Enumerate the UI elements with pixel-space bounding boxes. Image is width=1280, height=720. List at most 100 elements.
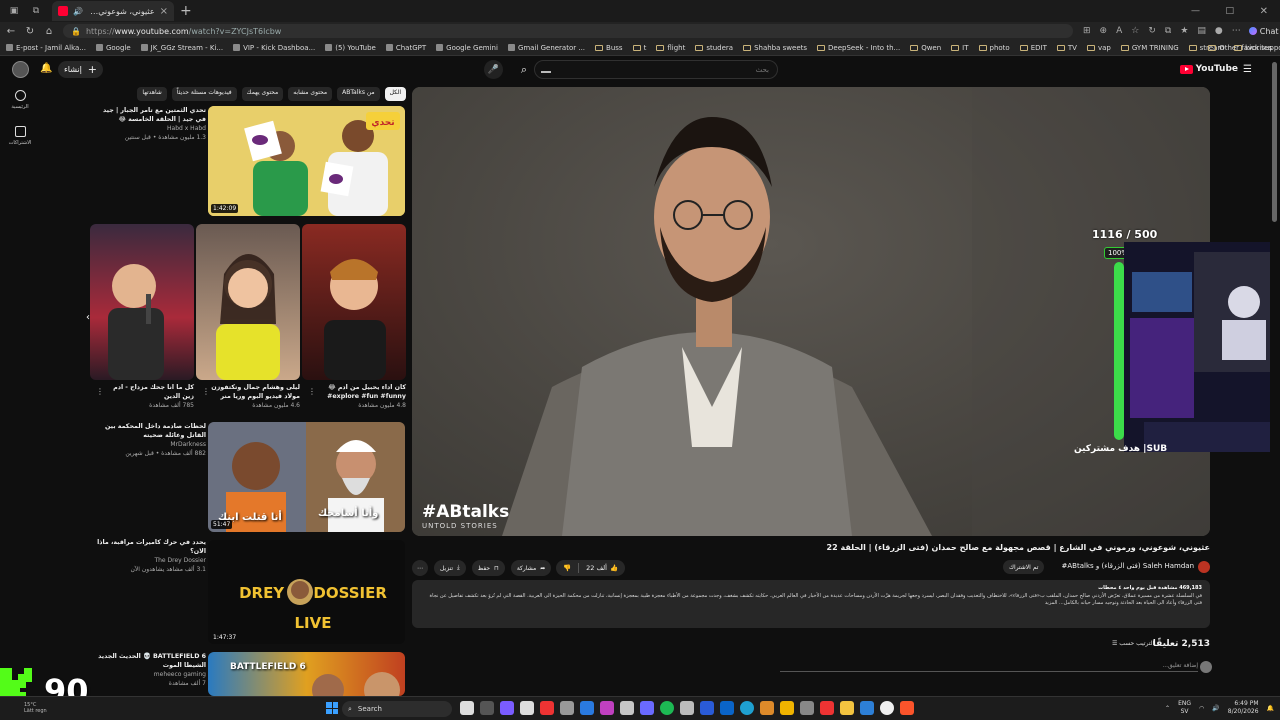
more-icon[interactable]: ⋯ [1232,26,1241,36]
chip-from-channel[interactable]: ABTalks من [337,87,380,101]
account-avatar[interactable] [12,61,29,78]
bookmark-item[interactable]: JK_GGz Stream - Ki... [140,44,223,52]
bookmark-item[interactable]: vap [1086,44,1111,52]
edge-icon[interactable] [740,701,754,715]
short-title[interactable]: كل ما انا جحك مزداح - ادم زين الدين [106,383,194,401]
close-tab-icon[interactable]: × [160,6,168,17]
tab-actions-icon[interactable]: ⧉ [28,3,44,19]
favorite-star-icon[interactable]: ☆ [1131,26,1139,36]
search-input[interactable]: بحث [534,60,778,79]
video-thumbnail[interactable]: تحدي 1:42:09 [208,106,405,216]
copilot-chat-button[interactable]: Chat [1248,27,1278,36]
mini-guide-subscriptions[interactable]: الاشتراكات [6,126,34,146]
bookmark-item[interactable]: VIP - Kick Dashboa... [233,44,315,52]
download-button[interactable]: تنزيل ⤓ [434,560,466,576]
save-button[interactable]: حفظ ⊓ [471,560,505,576]
menu-hamburger-icon[interactable]: ☰ [1243,64,1252,75]
notifications-icon[interactable]: 🔔 [1267,705,1274,712]
bookmark-item[interactable]: t [632,44,646,52]
more-actions-button[interactable]: ⋯ [412,560,428,576]
bookmark-item[interactable]: DeepSeek - Into th... [817,44,900,52]
app-icon[interactable] [800,701,814,715]
rec-video-title[interactable]: لحظات صادمة داخل المحكمة بين القاتل وعائ… [90,422,206,440]
bookmark-item[interactable]: (5) YouTube [325,44,376,52]
workspaces-icon[interactable]: ▣ [6,3,22,19]
app-icon[interactable] [780,701,794,715]
share-button[interactable]: مشاركة ➦ [510,560,552,576]
rec-video-title[interactable]: تحدي الثمتين مع تامر الجبار | جيد في جيد… [96,106,206,124]
app-icon[interactable] [760,701,774,715]
back-icon[interactable]: ← [3,26,19,37]
dislike-button[interactable]: 👎 [556,560,578,576]
clock[interactable]: 6:49 PM 8/20/2026 [1228,700,1259,716]
description-box[interactable]: 469,183 مشاهدة قبل يوم واحد ٤ محطات في ا… [412,580,1210,628]
volume-icon[interactable]: 🔊 [1212,705,1219,712]
weather-widget[interactable]: 15°C Lätt regn [24,702,47,714]
rec-channel-name[interactable]: The Drey Dossier [90,556,206,565]
app-icon[interactable] [700,701,714,715]
bookmark-item[interactable]: ChatGPT [385,44,426,52]
short-title[interactable]: كان اداء يحبيل من ادم 😂 explore #fun #fu… [314,383,406,401]
bookmark-item[interactable]: studera [695,44,733,52]
youtube-logo[interactable]: YouTube [1179,64,1238,74]
bookmark-item[interactable]: EDIT [1019,44,1047,52]
video-player[interactable]: #ABtalks UNTOLD STORIES [412,87,1210,536]
app-icon[interactable] [640,701,654,715]
bookmark-item[interactable]: E-post - Jamil Alka... [6,44,86,52]
bookmark-item[interactable]: TV [1056,44,1077,52]
task-view-icon[interactable] [460,701,474,715]
chip-related[interactable]: محتوى مشابه [288,87,333,101]
refresh-extension-icon[interactable]: ↻ [1148,26,1156,36]
channel-avatar[interactable] [1198,561,1210,573]
short-menu-icon[interactable]: ⋮ [96,387,104,396]
other-favorites-folder[interactable]: Other favorites [1208,44,1272,52]
app-icon[interactable] [820,701,834,715]
bookmark-item[interactable]: Shahba sweets [743,44,807,52]
bookmark-item[interactable]: Google Gemini [436,44,498,52]
spotify-icon[interactable] [660,701,674,715]
app-icon[interactable] [520,701,534,715]
video-thumbnail[interactable]: DREY DOSSIER LIVE 1:47:37 [208,540,405,644]
notifications-bell-icon[interactable]: 🔔 [40,63,52,74]
new-tab-button[interactable]: + [180,3,192,19]
add-comment-input[interactable]: إضافة تعليق... [780,662,1198,672]
url-field[interactable]: 🔒 https://www.youtube.com/watch?v=ZYCJsT… [63,24,1073,38]
language-indicator[interactable]: ENG SV [1178,700,1191,716]
rec-channel-name[interactable]: meheeco gaming [90,670,206,679]
app-icon[interactable] [480,701,494,715]
chip-watched[interactable]: شاهدتها [137,87,167,101]
refresh-icon[interactable]: ↻ [22,26,38,37]
search-button-icon[interactable]: ⌕ [514,60,534,79]
page-scrollbar[interactable] [1270,56,1280,696]
shorts-prev-icon[interactable]: ‹ [86,312,90,323]
like-button[interactable]: 22 ألف 👍 [579,560,625,576]
video-thumbnail[interactable]: BATTLEFIELD 6 [208,652,405,696]
app-icon[interactable] [860,701,874,715]
app-icon[interactable] [580,701,594,715]
close-window-icon[interactable]: ✕ [1260,6,1268,17]
speaker-icon[interactable]: 🔊 [73,7,83,16]
app-icon[interactable] [600,701,614,715]
rec-video-title[interactable]: يحدد في حرك كاميرات مراقبة، ماذا الان؟ [90,538,206,556]
bookmark-item[interactable]: Gmail Generator ... [507,44,585,52]
app-icon[interactable] [560,701,574,715]
rec-video-title[interactable]: BATTLEFIELD 6 💀 الحديث الجديد الشيطا الم… [90,652,206,670]
collections-icon[interactable]: ▤ [1197,26,1206,36]
video-thumbnail[interactable]: أنا قتلت ابنك وأنا أسامحك 51:47 [208,422,405,532]
wifi-icon[interactable]: ◠ [1199,705,1204,712]
app-icon[interactable] [500,701,514,715]
outlook-icon[interactable] [720,701,734,715]
short-thumbnail[interactable] [302,224,406,380]
home-icon[interactable]: ⌂ [41,26,57,37]
create-button[interactable]: إنشاء + [58,61,104,78]
profile-icon[interactable]: ● [1215,26,1223,36]
short-thumbnail[interactable] [196,224,300,380]
bookmark-item[interactable]: GYM TRINING [1120,44,1179,52]
short-menu-icon[interactable]: ⋮ [202,387,210,396]
bookmark-item[interactable]: Buss [595,44,623,52]
mini-guide-home[interactable]: الرئيسية [6,90,34,110]
rec-channel-name[interactable]: Habd x Habd [96,124,206,133]
app-icon[interactable]: ⊞ [1083,26,1091,36]
tray-chevron-icon[interactable]: ⌃ [1165,705,1170,712]
short-thumbnail[interactable] [90,224,194,380]
